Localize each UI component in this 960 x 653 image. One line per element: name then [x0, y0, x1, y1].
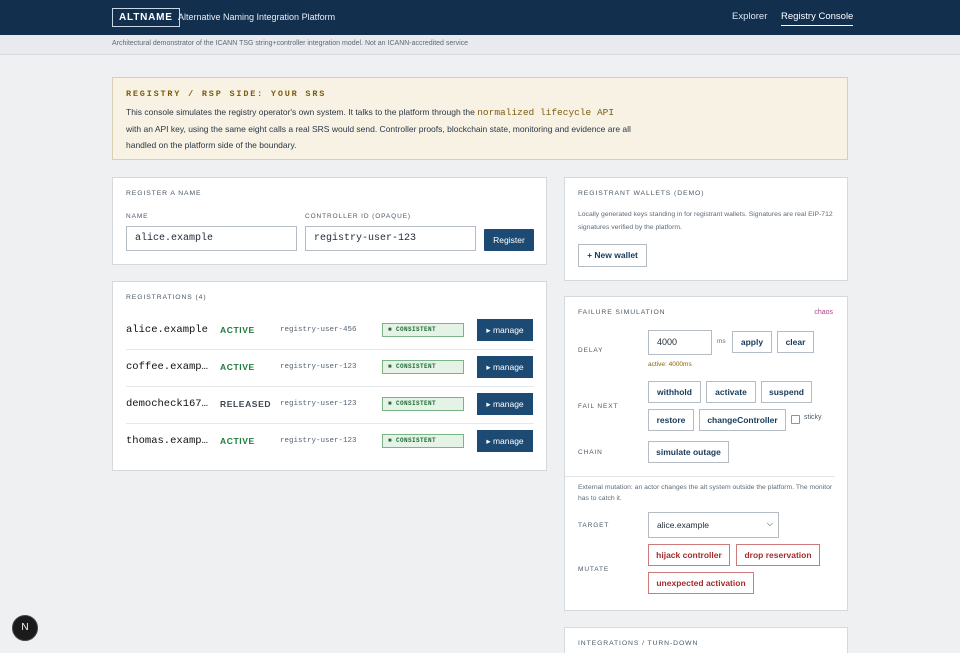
target-select-value: alice.example	[657, 520, 709, 530]
integrations-title: INTEGRATIONS / TURN-DOWN	[578, 640, 699, 647]
registration-name: democheck1675…	[126, 398, 211, 410]
manage-button[interactable]: ▸ manage	[477, 430, 533, 452]
notice-text: This console simulates the registry oper…	[126, 104, 646, 153]
consistent-badge: ■ CONSISTENT	[382, 434, 464, 448]
manage-button[interactable]: ▸ manage	[477, 393, 533, 415]
fail-changecontroller-button[interactable]: changeController	[699, 409, 786, 431]
sticky-checkbox[interactable]	[791, 415, 800, 424]
chaos-label: chaos	[814, 309, 833, 316]
registration-name: alice.example	[126, 324, 208, 336]
external-mutation-note: External mutation: an actor changes the …	[578, 484, 833, 502]
sticky-label: sticky	[804, 414, 822, 421]
target-label: TARGET	[578, 522, 610, 529]
disclaimer-bar: Architectural demonstrator of the ICANN …	[0, 35, 960, 55]
registration-controller: registry-user-456	[280, 326, 357, 334]
consistent-badge: ■ CONSISTENT	[382, 323, 464, 337]
disclaimer-text: Architectural demonstrator of the ICANN …	[112, 40, 469, 47]
notice-text-intro: This console simulates the registry oper…	[126, 107, 478, 117]
registration-row: thomas.example ACTIVE registry-user-123 …	[126, 424, 534, 461]
registration-row: coffee.example ACTIVE registry-user-123 …	[126, 350, 534, 387]
registration-status: RELEASED	[220, 399, 272, 409]
name-input[interactable]: alice.example	[126, 226, 297, 251]
wallets-card: REGISTRANT WALLETS (DEMO) Locally genera…	[564, 177, 848, 281]
delay-input[interactable]: 4000	[648, 330, 712, 355]
nav-registry-console[interactable]: Registry Console	[781, 11, 854, 26]
registrations-title: REGISTRATIONS (4)	[126, 294, 207, 301]
new-wallet-button[interactable]: + New wallet	[578, 244, 647, 267]
delay-label: DELAY	[578, 347, 604, 354]
registration-row: democheck1675… RELEASED registry-user-12…	[126, 387, 534, 424]
target-select[interactable]: alice.example ⌵	[648, 512, 779, 538]
name-label: NAME	[126, 213, 149, 220]
unexpected-activation-button[interactable]: unexpected activation	[648, 572, 754, 594]
next-dev-badge[interactable]: N	[12, 615, 38, 641]
top-navbar: ALTNAME Alternative Naming Integration P…	[0, 0, 960, 35]
notice-title: REGISTRY / RSP SIDE: YOUR SRS	[126, 89, 327, 99]
registration-status: ACTIVE	[220, 362, 255, 372]
controller-id-label: CONTROLLER ID (OPAQUE)	[305, 213, 411, 220]
registry-notice: REGISTRY / RSP SIDE: YOUR SRS This conso…	[112, 77, 848, 160]
register-button[interactable]: Register	[484, 229, 534, 251]
manage-button[interactable]: ▸ manage	[477, 319, 533, 341]
register-title: REGISTER A NAME	[126, 190, 202, 197]
delay-unit: ms	[717, 338, 726, 345]
clear-button[interactable]: clear	[777, 331, 814, 353]
registration-status: ACTIVE	[220, 325, 255, 335]
consistent-badge: ■ CONSISTENT	[382, 360, 464, 374]
logo[interactable]: ALTNAME	[112, 8, 180, 27]
wallets-title: REGISTRANT WALLETS (DEMO)	[578, 190, 705, 197]
fail-restore-button[interactable]: restore	[648, 409, 694, 431]
register-card: REGISTER A NAME NAME alice.example CONTR…	[112, 177, 547, 265]
fail-next-label: FAIL NEXT	[578, 403, 619, 410]
nav-explorer[interactable]: Explorer	[732, 11, 767, 22]
fail-suspend-button[interactable]: suspend	[761, 381, 812, 403]
registrations-card: REGISTRATIONS (4) alice.example ACTIVE r…	[112, 281, 547, 471]
failure-simulation-card: FAILURE SIMULATION chaos DELAY 4000 ms a…	[564, 296, 848, 611]
notice-text-rest: with an API key, using the same eight ca…	[126, 124, 631, 150]
registration-controller: registry-user-123	[280, 363, 357, 371]
api-code-highlight: normalized lifecycle API	[477, 107, 615, 118]
mutate-label: MUTATE	[578, 566, 610, 573]
fail-withhold-button[interactable]: withhold	[648, 381, 701, 403]
active-delay-status: active: 4000ms	[648, 361, 692, 368]
chevron-down-icon: ⌵	[766, 519, 773, 528]
integrations-card: INTEGRATIONS / TURN-DOWN	[564, 627, 848, 653]
consistent-badge: ■ CONSISTENT	[382, 397, 464, 411]
registration-row: alice.example ACTIVE registry-user-456 ■…	[126, 313, 534, 350]
simulate-outage-button[interactable]: simulate outage	[648, 441, 729, 463]
chain-label: CHAIN	[578, 449, 603, 456]
wallets-note: Locally generated keys standing in for r…	[578, 211, 833, 231]
registration-name: thomas.example	[126, 435, 211, 447]
hijack-controller-button[interactable]: hijack controller	[648, 544, 730, 566]
controller-id-input[interactable]: registry-user-123	[305, 226, 476, 251]
platform-subtitle: Alternative Naming Integration Platform	[178, 12, 336, 22]
registration-name: coffee.example	[126, 361, 211, 373]
apply-button[interactable]: apply	[732, 331, 772, 353]
failure-title: FAILURE SIMULATION	[578, 309, 666, 316]
registration-controller: registry-user-123	[280, 400, 357, 408]
registration-status: ACTIVE	[220, 436, 255, 446]
manage-button[interactable]: ▸ manage	[477, 356, 533, 378]
fail-activate-button[interactable]: activate	[706, 381, 756, 403]
registration-controller: registry-user-123	[280, 437, 357, 445]
section-divider	[565, 476, 835, 477]
drop-reservation-button[interactable]: drop reservation	[736, 544, 820, 566]
